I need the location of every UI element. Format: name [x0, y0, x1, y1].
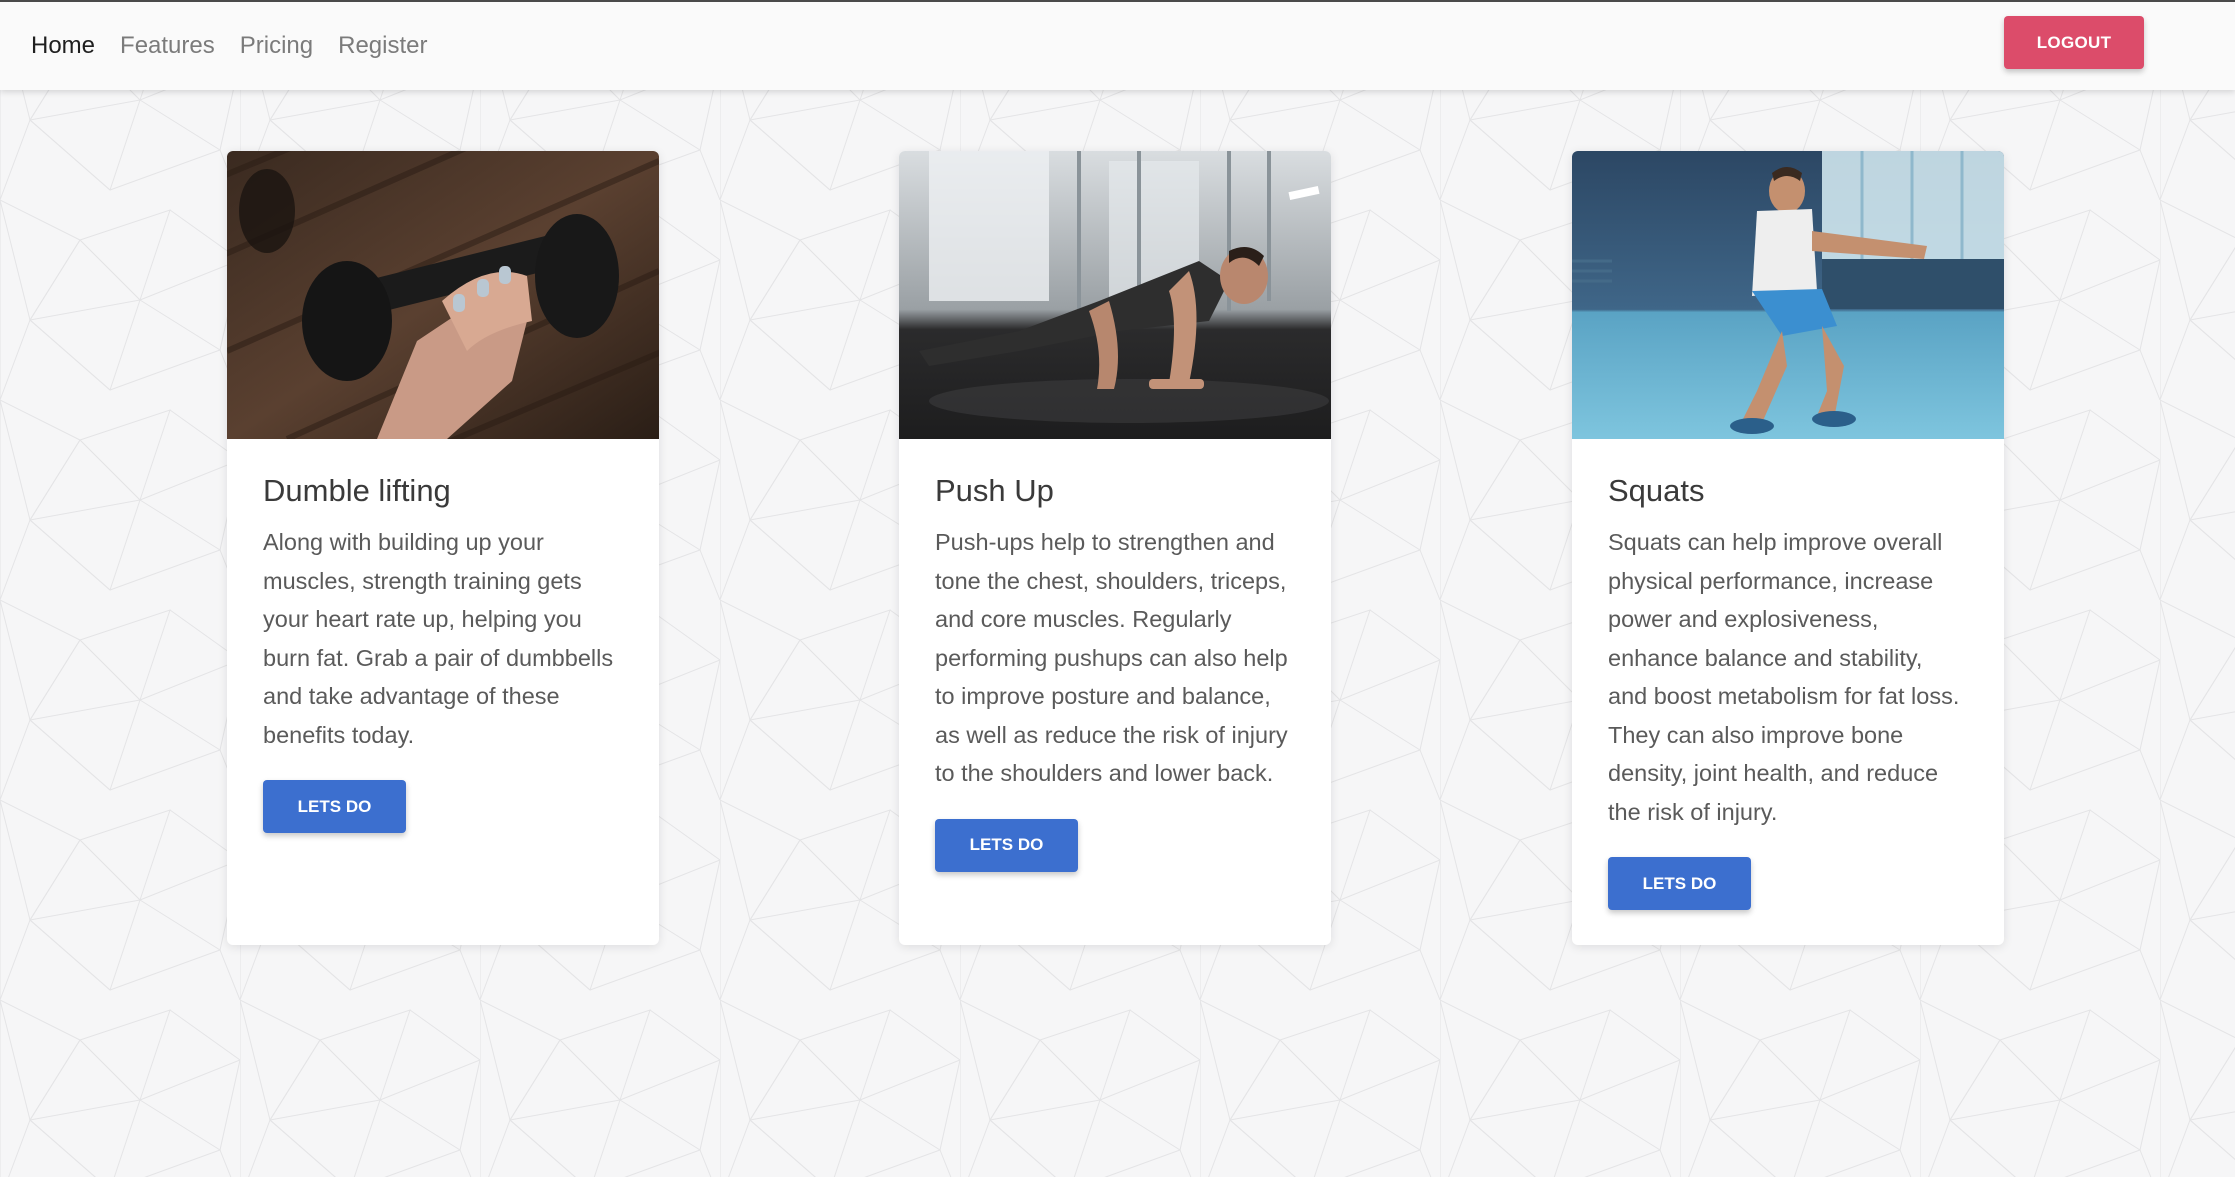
lets-do-button[interactable]: LETS DO [1608, 857, 1751, 910]
logout-button[interactable]: LOGOUT [2004, 16, 2144, 69]
card-description: Along with building up your muscles, str… [263, 529, 614, 748]
card-title: Dumble lifting [263, 473, 451, 508]
nav-home[interactable]: Home [31, 32, 95, 60]
exercise-card-dumbbell: Dumble lifting Along with building up yo… [227, 151, 659, 945]
nav-pricing[interactable]: Pricing [240, 32, 313, 60]
nav-register[interactable]: Register [338, 32, 427, 60]
dumbbell-lifting-image [227, 151, 659, 439]
lets-do-button[interactable]: LETS DO [935, 818, 1078, 872]
card-title: Squats [1608, 473, 1705, 508]
top-border [0, 0, 2235, 2]
nav-links: Home Features Pricing Register [31, 2, 452, 90]
exercise-card-squats: Squats Squats can help improve overall p… [1572, 151, 2004, 945]
squats-image [1572, 151, 2004, 439]
card-title: Push Up [935, 473, 1054, 508]
card-description: Push-ups help to strengthen and tone the… [935, 529, 1288, 786]
lets-do-button[interactable]: LETS DO [263, 780, 406, 833]
navbar: Home Features Pricing Register LOGOUT [0, 2, 2235, 90]
exercise-card-push-up: Push Up Push-ups help to strengthen and … [899, 151, 1331, 945]
card-description: Squats can help improve overall physical… [1608, 529, 1960, 825]
push-up-image [899, 151, 1331, 439]
nav-features[interactable]: Features [120, 32, 215, 60]
